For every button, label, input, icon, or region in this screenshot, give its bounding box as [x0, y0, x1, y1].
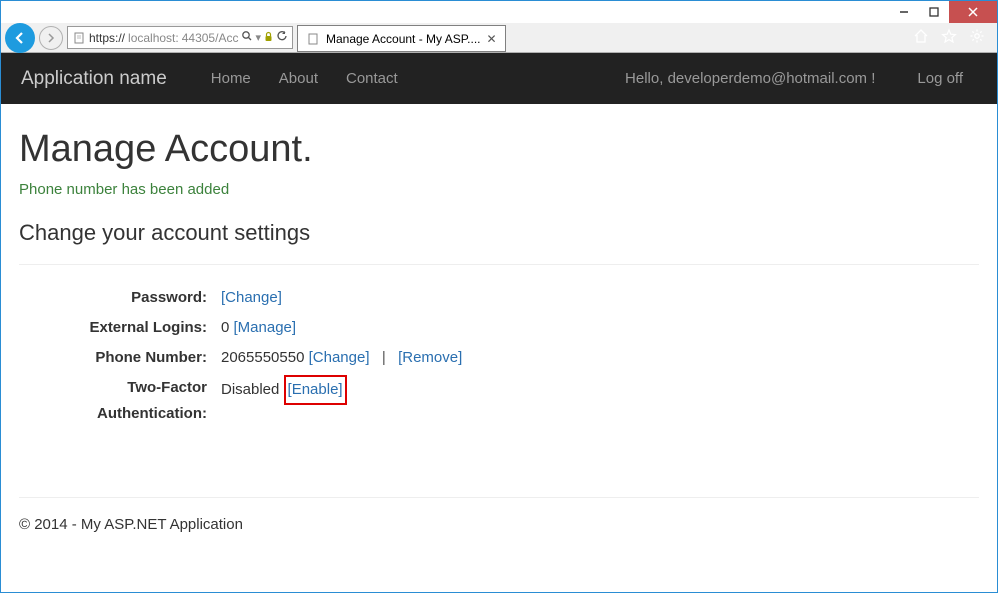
- external-logins-count: 0: [221, 319, 229, 336]
- user-greeting[interactable]: Hello, developerdemo@hotmail.com !: [625, 70, 875, 87]
- phone-label: Phone Number:: [21, 345, 221, 371]
- nav-contact[interactable]: Contact: [346, 70, 398, 87]
- url-host: localhost:: [128, 31, 179, 45]
- refresh-icon[interactable]: [276, 30, 288, 45]
- twofactor-value: Disabled [Enable]: [221, 375, 979, 427]
- browser-tab[interactable]: Manage Account - My ASP.... ✕: [297, 25, 506, 52]
- maximize-button[interactable]: [919, 1, 949, 23]
- password-label: Password:: [21, 285, 221, 311]
- address-bar-icons: ▾: [241, 30, 288, 45]
- toolbar-right-icons: [913, 28, 993, 47]
- annotation-highlight: [Enable]: [284, 375, 347, 405]
- app-navbar: Application name Home About Contact Hell…: [1, 53, 997, 104]
- footer-text: © 2014 - My ASP.NET Application: [19, 516, 979, 533]
- tab-close-icon[interactable]: ✕: [487, 32, 497, 46]
- password-change-link[interactable]: [Change]: [221, 289, 282, 306]
- browser-toolbar: https://localhost:44305/Acc ▾ Manage Acc…: [1, 23, 997, 53]
- address-bar[interactable]: https://localhost:44305/Acc ▾: [67, 26, 293, 49]
- tab-title: Manage Account - My ASP....: [326, 32, 481, 46]
- phone-value: 2065550550 [Change] | [Remove]: [221, 345, 979, 371]
- phone-remove-link[interactable]: [Remove]: [398, 349, 462, 366]
- lock-icon: [263, 31, 274, 45]
- browser-window: https://localhost:44305/Acc ▾ Manage Acc…: [0, 0, 998, 593]
- window-titlebar: [1, 1, 997, 23]
- page-content: Manage Account. Phone number has been ad…: [1, 104, 997, 437]
- page-viewport: Application name Home About Contact Hell…: [1, 53, 997, 592]
- password-value: [Change]: [221, 285, 979, 311]
- search-icon[interactable]: [241, 30, 253, 45]
- page-title: Manage Account.: [19, 128, 979, 171]
- settings-list: Password: [Change] External Logins: 0 [M…: [21, 285, 979, 427]
- url-path: 44305/Acc: [182, 31, 239, 45]
- back-button[interactable]: [5, 23, 35, 53]
- close-button[interactable]: [949, 1, 997, 23]
- logoff-link[interactable]: Log off: [917, 70, 963, 87]
- gear-icon[interactable]: [969, 28, 985, 47]
- url-protocol: https://: [89, 31, 125, 45]
- section-subhead: Change your account settings: [19, 220, 979, 246]
- phone-change-link[interactable]: [Change]: [309, 349, 370, 366]
- twofactor-enable-link[interactable]: [Enable]: [288, 381, 343, 398]
- nav-home[interactable]: Home: [211, 70, 251, 87]
- page-icon: [72, 31, 86, 45]
- brand[interactable]: Application name: [21, 68, 167, 90]
- favicon-icon: [306, 32, 320, 46]
- twofactor-status: Disabled: [221, 381, 279, 398]
- pipe-separator: |: [378, 349, 390, 366]
- phone-number: 2065550550: [221, 349, 304, 366]
- nav-about[interactable]: About: [279, 70, 318, 87]
- twofactor-label: Two-Factor Authentication:: [21, 375, 221, 427]
- dropdown-icon[interactable]: ▾: [255, 31, 261, 44]
- favorites-icon[interactable]: [941, 28, 957, 47]
- home-icon[interactable]: [913, 28, 929, 47]
- minimize-button[interactable]: [889, 1, 919, 23]
- external-logins-value: 0 [Manage]: [221, 315, 979, 341]
- footer-separator: [19, 497, 979, 498]
- external-logins-label: External Logins:: [21, 315, 221, 341]
- external-logins-manage-link[interactable]: [Manage]: [234, 319, 297, 336]
- forward-button[interactable]: [39, 26, 63, 50]
- separator: [19, 264, 979, 265]
- page-footer: © 2014 - My ASP.NET Application: [1, 497, 997, 533]
- status-message: Phone number has been added: [19, 181, 979, 198]
